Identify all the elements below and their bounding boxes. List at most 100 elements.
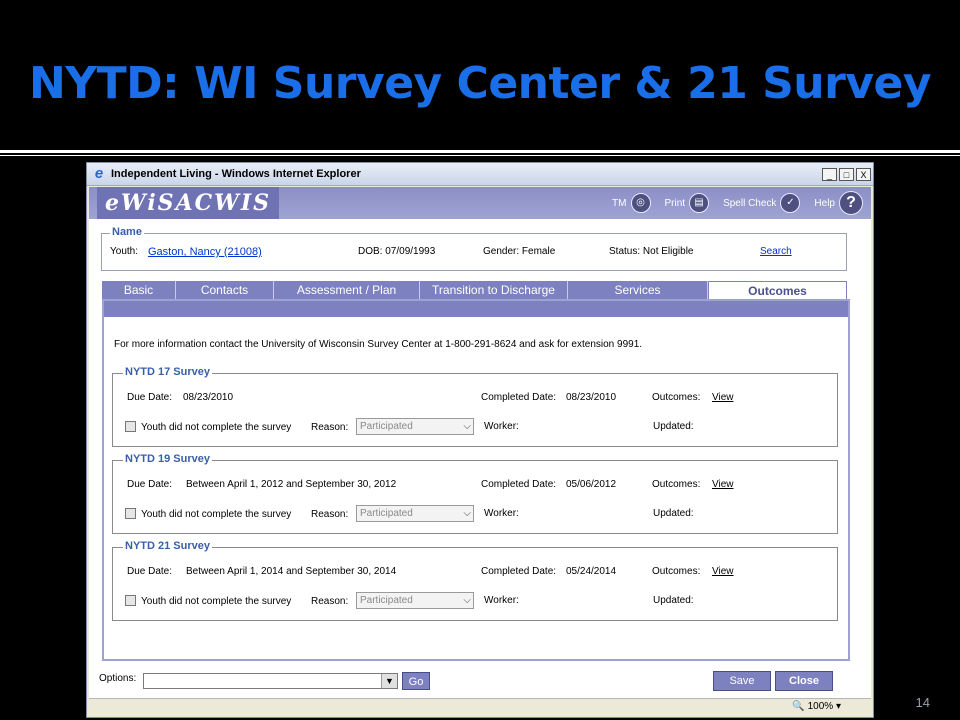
- globe-icon: ◎: [630, 193, 651, 213]
- due-label: Due Date:: [127, 566, 173, 577]
- slide-number: 14: [915, 695, 930, 710]
- completed-value: 05/06/2012: [566, 479, 617, 490]
- title-rule: [0, 150, 960, 153]
- close-window-button[interactable]: X: [856, 167, 871, 181]
- browser-window: e Independent Living - Windows Internet …: [86, 162, 874, 718]
- reason-select[interactable]: Participated ⌵: [356, 418, 474, 435]
- info-text: For more information contact the Univers…: [114, 339, 643, 350]
- tab-contacts[interactable]: Contacts: [176, 281, 274, 299]
- tab-assessment-plan[interactable]: Assessment / Plan: [274, 281, 420, 299]
- panel-band: [104, 301, 848, 317]
- survey-21-section: NYTD 21 Survey Due Date: Between April 1…: [112, 540, 838, 621]
- not-complete-label: Youth did not complete the survey: [141, 422, 292, 433]
- app-content: eWiSACWIS TM ◎ Print ▤ Spell Check ✓ Hel…: [89, 187, 871, 717]
- tab-services[interactable]: Services: [568, 281, 708, 299]
- tab-bar: Basic Contacts Assessment / Plan Transit…: [102, 281, 847, 299]
- youth-label: Youth:: [110, 246, 138, 257]
- tab-transition-to-discharge[interactable]: Transition to Discharge: [420, 281, 568, 299]
- completed-value: 05/24/2014: [566, 566, 617, 577]
- survey-19-section: NYTD 19 Survey Due Date: Between April 1…: [112, 453, 838, 534]
- window-titlebar: e Independent Living - Windows Internet …: [87, 163, 873, 186]
- outcomes-view-link[interactable]: View: [712, 566, 734, 577]
- close-button[interactable]: Close: [775, 671, 833, 691]
- outcomes-label: Outcomes:: [652, 479, 701, 490]
- title-rule-thin: [0, 155, 960, 156]
- tm-button[interactable]: TM ◎: [612, 193, 651, 213]
- worker-label: Worker:: [484, 508, 519, 519]
- due-label: Due Date:: [127, 392, 173, 403]
- survey-legend: NYTD 21 Survey: [123, 540, 212, 552]
- updated-label: Updated:: [653, 508, 694, 519]
- reason-label: Reason:: [311, 422, 349, 433]
- worker-label: Worker:: [484, 421, 519, 432]
- outcomes-view-link[interactable]: View: [712, 479, 734, 490]
- outcomes-label: Outcomes:: [652, 392, 701, 403]
- help-label: Help: [814, 197, 835, 209]
- options-select[interactable]: ▼: [143, 673, 398, 689]
- reason-label: Reason:: [311, 596, 349, 607]
- printer-icon: ▤: [689, 193, 710, 213]
- completed-label: Completed Date:: [481, 392, 557, 403]
- slide-title: NYTD: WI Survey Center & 21 Survey: [28, 58, 932, 109]
- search-link[interactable]: Search: [760, 246, 792, 257]
- app-logo: eWiSACWIS: [97, 187, 280, 219]
- spell-check-button[interactable]: Spell Check ✓: [723, 193, 801, 213]
- toolbar: TM ◎ Print ▤ Spell Check ✓ Help ?: [598, 191, 863, 215]
- reason-value: Participated: [360, 508, 413, 519]
- name-section: Name Youth: Gaston, Nancy (21008) DOB: 0…: [101, 226, 847, 271]
- due-label: Due Date:: [127, 479, 173, 490]
- status-text: Status: Not Eligible: [609, 246, 694, 257]
- tab-outcomes[interactable]: Outcomes: [708, 281, 847, 299]
- status-bar: 🔍 100% ▾: [89, 698, 871, 717]
- save-button[interactable]: Save: [713, 671, 771, 691]
- outcomes-panel: For more information contact the Univers…: [102, 299, 850, 661]
- name-legend: Name: [110, 226, 144, 238]
- chevron-down-icon: ⌵: [463, 508, 471, 519]
- due-value: Between April 1, 2014 and September 30, …: [186, 566, 397, 577]
- outcomes-label: Outcomes:: [652, 566, 701, 577]
- tab-basic[interactable]: Basic: [102, 281, 176, 299]
- print-label: Print: [664, 197, 686, 209]
- updated-label: Updated:: [653, 421, 694, 432]
- spell-check-icon: ✓: [780, 193, 801, 213]
- survey-legend: NYTD 19 Survey: [123, 453, 212, 465]
- gender-text: Gender: Female: [483, 246, 556, 257]
- zoom-value: 100%: [807, 701, 834, 712]
- survey-legend: NYTD 17 Survey: [123, 366, 212, 378]
- help-icon: ?: [839, 191, 863, 215]
- zoom-level[interactable]: 🔍 100% ▾: [792, 701, 841, 712]
- maximize-button[interactable]: □: [839, 167, 854, 181]
- spell-check-label: Spell Check: [723, 197, 777, 209]
- reason-select[interactable]: Participated ⌵: [356, 505, 474, 522]
- completed-label: Completed Date:: [481, 479, 557, 490]
- survey-17-section: NYTD 17 Survey Due Date: 08/23/2010 Comp…: [112, 366, 838, 447]
- print-button[interactable]: Print ▤: [665, 193, 710, 213]
- worker-label: Worker:: [484, 595, 519, 606]
- reason-label: Reason:: [311, 509, 349, 520]
- not-complete-label: Youth did not complete the survey: [141, 509, 292, 520]
- not-complete-checkbox[interactable]: [125, 595, 136, 606]
- completed-value: 08/23/2010: [566, 392, 617, 403]
- youth-link[interactable]: Gaston, Nancy (21008): [148, 246, 262, 258]
- window-title: Independent Living - Windows Internet Ex…: [111, 168, 361, 180]
- ie-icon: e: [94, 165, 104, 182]
- due-value: Between April 1, 2012 and September 30, …: [186, 479, 397, 490]
- due-value: 08/23/2010: [183, 392, 234, 403]
- completed-label: Completed Date:: [481, 566, 557, 577]
- tm-label: TM: [612, 197, 627, 209]
- not-complete-checkbox[interactable]: [125, 508, 136, 519]
- chevron-down-icon: ⌵: [463, 421, 471, 432]
- chevron-down-icon: ⌵: [463, 595, 471, 606]
- outcomes-view-link[interactable]: View: [712, 392, 734, 403]
- not-complete-label: Youth did not complete the survey: [141, 596, 292, 607]
- help-button[interactable]: Help ?: [814, 191, 863, 215]
- chevron-down-icon: ▼: [381, 674, 397, 688]
- reason-value: Participated: [360, 595, 413, 606]
- dob-text: DOB: 07/09/1993: [358, 246, 436, 257]
- reason-select[interactable]: Participated ⌵: [356, 592, 474, 609]
- updated-label: Updated:: [653, 595, 694, 606]
- not-complete-checkbox[interactable]: [125, 421, 136, 432]
- minimize-button[interactable]: _: [822, 167, 837, 181]
- go-button[interactable]: Go: [402, 672, 430, 690]
- options-label: Options:: [99, 673, 137, 684]
